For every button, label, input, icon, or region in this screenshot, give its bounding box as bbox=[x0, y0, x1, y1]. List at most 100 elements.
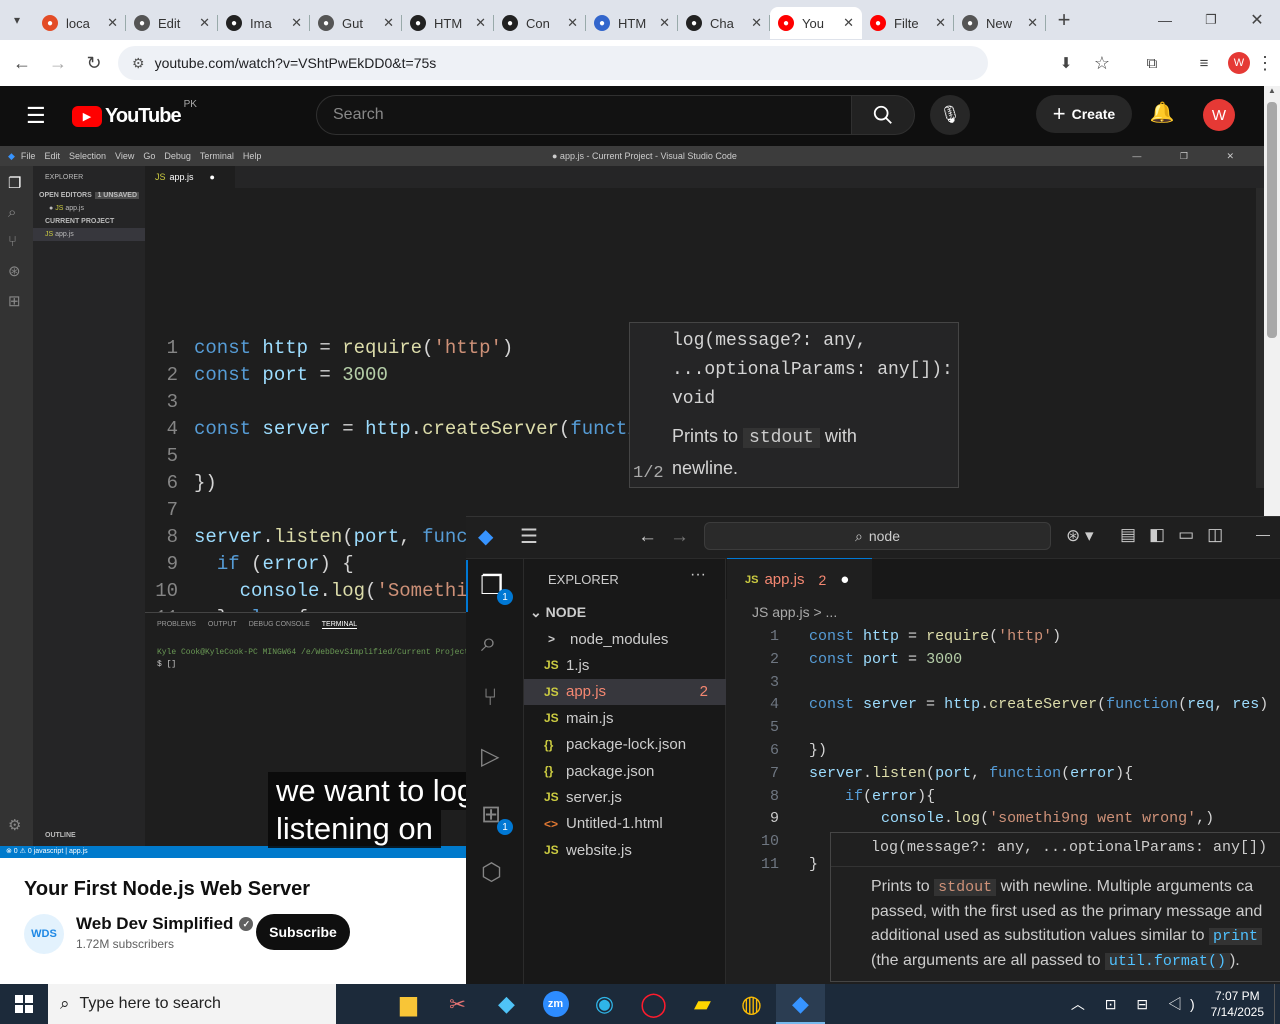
explorer-file-item[interactable]: <> Untitled-1.html bbox=[524, 811, 726, 837]
profile-avatar[interactable]: W bbox=[1228, 52, 1250, 74]
open-editor-file[interactable]: ● JS app.js bbox=[33, 202, 145, 215]
browser-tab[interactable]: ● New ✕ bbox=[954, 7, 1046, 39]
media-controls-icon[interactable]: ≡ bbox=[1186, 45, 1222, 81]
chrome-menu-icon[interactable]: ⋮ bbox=[1250, 45, 1280, 81]
outer-tab-app-js[interactable]: JS app.js ● bbox=[145, 166, 235, 188]
browser-tab[interactable]: ● Filte ✕ bbox=[862, 7, 954, 39]
inner-forward-icon[interactable]: → bbox=[670, 526, 689, 548]
inner-code-line[interactable] bbox=[809, 671, 1280, 694]
minimize-icon[interactable]: — bbox=[1142, 2, 1188, 38]
browser-tab[interactable]: ● Gut ✕ bbox=[310, 7, 402, 39]
opera-icon[interactable]: ◯ bbox=[629, 990, 678, 1019]
tab-close-icon[interactable]: ✕ bbox=[383, 15, 394, 31]
show-desktop[interactable] bbox=[1274, 984, 1280, 1024]
subscribe-button[interactable]: Subscribe bbox=[256, 914, 350, 950]
browser-tab[interactable]: ● Edit ✕ bbox=[126, 7, 218, 39]
taskbar-clock[interactable]: 7:07 PM 7/14/2025 bbox=[1211, 988, 1264, 1020]
voice-search-mic-icon[interactable]: 🎙 bbox=[930, 95, 970, 135]
terminal-output[interactable]: Kyle Cook@KyleCook-PC MINGW64 /e/WebDevS… bbox=[145, 637, 469, 671]
system-tray-icons[interactable]: ︿ ⊡ ⊟ ◁) bbox=[1071, 994, 1203, 1014]
browser-tab[interactable]: ● Con ✕ bbox=[494, 7, 586, 39]
sticky-notes-icon[interactable]: ▰ bbox=[678, 991, 727, 1017]
site-info-icon[interactable]: ⚙ bbox=[132, 55, 145, 72]
edge-icon[interactable]: ◉ bbox=[580, 991, 629, 1017]
browser-tab[interactable]: ● You ✕ bbox=[770, 7, 862, 39]
outer-code-line[interactable]: const http = require('http') bbox=[194, 335, 513, 362]
tab-close-icon[interactable]: ✕ bbox=[291, 15, 302, 31]
search-icon[interactable]: ⌕ bbox=[8, 204, 25, 221]
tab-close-icon[interactable]: ✕ bbox=[843, 15, 854, 31]
extensions-icon[interactable]: ⧉ bbox=[1134, 45, 1170, 81]
tab-close-icon[interactable]: ✕ bbox=[751, 15, 762, 31]
explorer-file-item[interactable]: > node_modules bbox=[524, 626, 726, 652]
url-field[interactable]: ⚙ youtube.com/watch?v=VShtPwEkDD0&t=75s bbox=[118, 46, 988, 80]
page-scrollbar[interactable]: ▲ bbox=[1264, 86, 1280, 516]
install-app-icon[interactable]: ⬇ bbox=[1048, 45, 1084, 81]
outer-menu-item[interactable]: Debug bbox=[164, 151, 191, 161]
outer-code-line[interactable]: const port = 3000 bbox=[194, 362, 388, 389]
channel-avatar[interactable]: WDS bbox=[24, 914, 64, 954]
app-icon-diamond[interactable]: ◆ bbox=[482, 991, 531, 1017]
search-view-icon[interactable]: ⌕ bbox=[481, 626, 497, 659]
scrollbar-up-arrow[interactable]: ▲ bbox=[1264, 86, 1280, 100]
notifications-bell-icon[interactable]: 🔔 bbox=[1148, 100, 1176, 130]
browser-tab[interactable]: ● HTM ✕ bbox=[402, 7, 494, 39]
youtube-avatar[interactable]: W bbox=[1203, 99, 1235, 131]
tab-close-icon[interactable]: ✕ bbox=[567, 15, 578, 31]
inner-back-icon[interactable]: ← bbox=[638, 526, 657, 548]
vscode-taskbar-icon[interactable]: ◆ bbox=[776, 984, 825, 1024]
inner-code-line[interactable]: if(error){ bbox=[809, 785, 1280, 808]
outer-panel-tab[interactable]: DEBUG CONSOLE bbox=[249, 621, 310, 629]
inner-menu-hamburger-icon[interactable]: ☰ bbox=[520, 524, 538, 549]
copilot-icon[interactable]: ⊛ ▾ bbox=[1066, 526, 1094, 546]
remote-explorer-icon[interactable]: ⬡ bbox=[481, 858, 502, 887]
inner-breadcrumb[interactable]: JS app.js > ... bbox=[752, 604, 837, 620]
outer-menu-item[interactable]: Edit bbox=[44, 151, 60, 161]
forward-icon[interactable]: → bbox=[40, 45, 76, 81]
outer-menu-item[interactable]: Help bbox=[243, 151, 262, 161]
tab-close-icon[interactable]: ✕ bbox=[199, 15, 210, 31]
project-file-app-js[interactable]: JS app.js bbox=[33, 228, 145, 241]
reload-icon[interactable]: ↻ bbox=[76, 45, 112, 81]
debug-icon[interactable]: ⊛ bbox=[8, 262, 25, 280]
windows-start-icon[interactable] bbox=[0, 984, 48, 1024]
settings-gear-icon[interactable]: ⚙ bbox=[8, 816, 21, 834]
files-icon[interactable]: ❐ bbox=[8, 174, 25, 192]
inner-tab-app-js[interactable]: JS app.js 2 ● bbox=[727, 558, 872, 600]
zoom-icon[interactable]: zm bbox=[531, 991, 580, 1017]
create-button[interactable]: + Create bbox=[1036, 95, 1132, 133]
source-control-icon[interactable]: ⑂ bbox=[8, 233, 25, 250]
youtube-logo[interactable]: ▶ YouTube PK bbox=[72, 99, 197, 128]
close-window-icon[interactable]: ✕ bbox=[1234, 2, 1280, 38]
outer-panel-tab[interactable]: PROBLEMS bbox=[157, 621, 196, 629]
explorer-file-item[interactable]: {} package.json bbox=[524, 758, 726, 784]
tab-close-icon[interactable]: ✕ bbox=[935, 15, 946, 31]
open-editors-header[interactable]: OPEN EDITORS 1 UNSAVED bbox=[33, 189, 145, 202]
file-explorer-icon[interactable]: ▆ bbox=[384, 991, 433, 1017]
run-debug-icon[interactable]: ▷ bbox=[481, 742, 499, 771]
current-project-header[interactable]: CURRENT PROJECT bbox=[33, 215, 145, 228]
outer-menu-item[interactable]: Selection bbox=[69, 151, 106, 161]
explorer-more-icon[interactable]: ··· bbox=[690, 566, 706, 584]
outer-editor-scrollbar[interactable] bbox=[1256, 188, 1264, 488]
bookmark-star-icon[interactable]: ☆ bbox=[1084, 45, 1120, 81]
browser-tab[interactable]: ● Ima ✕ bbox=[218, 7, 310, 39]
inner-code-line[interactable]: console.log('somethi9ng went wrong',) bbox=[809, 807, 1280, 830]
scrollbar-thumb[interactable] bbox=[1267, 102, 1277, 338]
inner-code-line[interactable] bbox=[809, 716, 1280, 739]
new-tab-icon[interactable]: + bbox=[1046, 2, 1082, 38]
inner-code-line[interactable]: const server = http.createServer(functio… bbox=[809, 693, 1280, 716]
channel-name-row[interactable]: Web Dev Simplified ✓ bbox=[76, 914, 254, 934]
browser-tab[interactable]: ● Cha ✕ bbox=[678, 7, 770, 39]
search-icon[interactable] bbox=[851, 95, 915, 135]
explorer-file-item[interactable]: JS app.js 2 bbox=[524, 678, 726, 705]
outer-panel-tab[interactable]: TERMINAL bbox=[321, 621, 358, 629]
inner-code-line[interactable]: const http = require('http') bbox=[809, 625, 1280, 648]
tab-close-icon[interactable]: ✕ bbox=[659, 15, 670, 31]
taskbar-search-box[interactable]: ⌕ Type here to search bbox=[48, 984, 336, 1024]
restore-icon[interactable]: ❐ bbox=[1188, 2, 1234, 38]
inner-code-line[interactable]: }) bbox=[809, 739, 1280, 762]
snipping-tool-icon[interactable]: ✂ bbox=[433, 992, 482, 1017]
outer-code-line[interactable]: }) bbox=[194, 470, 217, 497]
explorer-file-item[interactable]: JS server.js bbox=[524, 784, 726, 810]
